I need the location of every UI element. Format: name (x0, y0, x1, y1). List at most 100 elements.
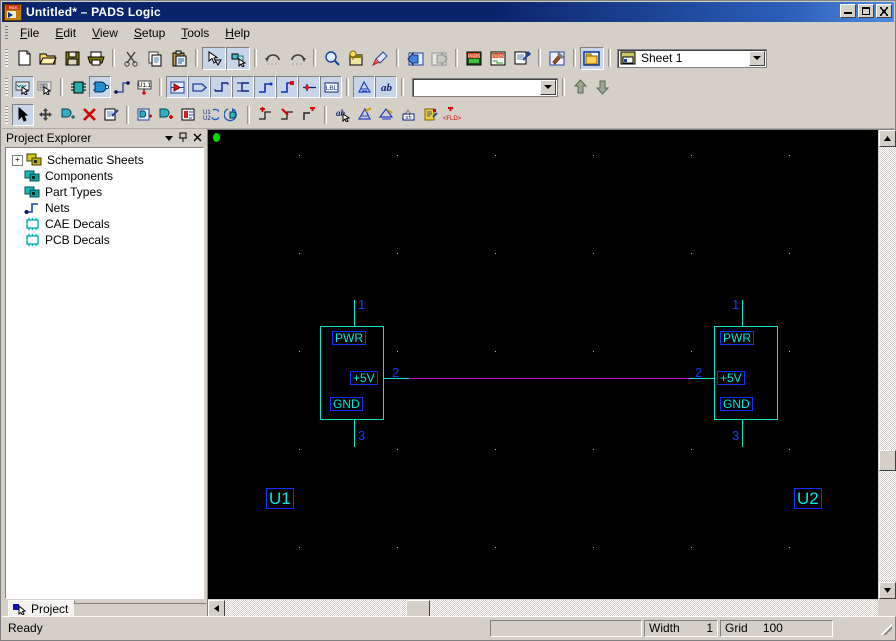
decal-red-icon[interactable] (166, 76, 188, 98)
add-part-green-icon[interactable] (155, 104, 177, 126)
tree-item-pcb-decals[interactable]: PCB Decals (6, 232, 203, 248)
paint-brush-icon[interactable] (368, 47, 392, 70)
menu-tools[interactable]: Tools (173, 24, 217, 42)
tree-item-nets[interactable]: Nets (6, 200, 203, 216)
resize-grip[interactable] (877, 620, 893, 636)
attribute-combo[interactable] (412, 77, 558, 97)
pads-layout-icon[interactable]: PADS (462, 47, 486, 70)
copy-gate-icon[interactable] (56, 104, 78, 126)
tree-item-part-types[interactable]: Part Types (6, 184, 203, 200)
ab-text-icon[interactable]: ab (375, 76, 397, 98)
refdes-u2[interactable]: U2 (794, 488, 822, 509)
magnifier-icon[interactable] (320, 47, 344, 70)
tree-item-schematic-sheets[interactable]: + Schematic Sheets (6, 152, 203, 168)
select-net-icon[interactable] (12, 76, 34, 98)
query-window-icon[interactable] (344, 47, 368, 70)
floppy-disk-icon[interactable] (60, 47, 84, 70)
ab-box-icon[interactable]: ab (397, 104, 419, 126)
printer-icon[interactable] (84, 47, 108, 70)
expander-plus-icon[interactable]: + (12, 154, 23, 166)
close-panel-icon[interactable] (190, 131, 204, 145)
design-toolbar-grip[interactable] (5, 78, 8, 96)
scroll-up-button[interactable] (879, 130, 896, 147)
terminal-shape-icon[interactable] (188, 76, 210, 98)
hammer-icon[interactable] (545, 47, 569, 70)
blue-left-arrow-icon[interactable] (403, 47, 427, 70)
scroll-left-button[interactable] (208, 600, 225, 617)
pads-router-icon[interactable]: PADS (486, 47, 510, 70)
edit-toolbar-grip[interactable] (5, 105, 8, 124)
closed-shape-icon[interactable] (232, 76, 254, 98)
lbl-icon[interactable]: LBL (320, 76, 342, 98)
u1-u2-swap-icon[interactable]: U1 U2 (199, 104, 221, 126)
red-cross-pin-icon[interactable] (298, 76, 320, 98)
panel-dropdown-icon[interactable] (162, 131, 176, 145)
menu-view[interactable]: View (84, 24, 126, 42)
select-parts-icon[interactable] (34, 76, 56, 98)
attribute-combo-chevron-down-icon[interactable] (540, 79, 556, 95)
menu-help[interactable]: Help (217, 24, 258, 42)
document-stamp-icon[interactable] (510, 47, 534, 70)
red-corner-icon[interactable] (276, 76, 298, 98)
status-width-cell[interactable]: Width 1 (644, 619, 718, 637)
scissors-icon[interactable] (119, 47, 143, 70)
sheet-combo-chevron-down-icon[interactable] (749, 50, 765, 66)
step-line-icon[interactable] (210, 76, 232, 98)
net-corner-icon[interactable] (111, 76, 133, 98)
ab-pointer-icon[interactable]: ab (331, 104, 353, 126)
explorer-window-icon[interactable] (580, 46, 604, 70)
tab-project[interactable]: Project (8, 600, 76, 617)
add-net-red-icon[interactable] (254, 104, 276, 126)
clipboard-icon[interactable] (167, 47, 191, 70)
arrow-filter-icon[interactable] (202, 46, 226, 70)
path-curve-icon[interactable] (254, 76, 276, 98)
copy-pages-icon[interactable] (143, 47, 167, 70)
undo-arrow-icon[interactable] (261, 47, 285, 70)
u11-pin-icon[interactable]: U1.1 (133, 76, 155, 98)
scroll-down-button[interactable] (879, 582, 896, 599)
new-document-icon[interactable] (12, 47, 36, 70)
vertical-scroll-track[interactable] (879, 147, 896, 582)
maximize-button[interactable] (858, 4, 874, 18)
green-chip-icon[interactable] (67, 76, 89, 98)
swap-gate-icon[interactable] (177, 104, 199, 126)
net-select-icon[interactable] (226, 46, 250, 70)
sheet-selector-combo[interactable]: Sheet 1 (617, 48, 767, 68)
net-u1-2-to-u2-2[interactable] (409, 378, 704, 379)
rotate-gate-icon[interactable] (221, 104, 243, 126)
hatch-icon[interactable] (353, 76, 375, 98)
properties-stamp-icon[interactable] (100, 104, 122, 126)
add-bus-red-icon[interactable] (298, 104, 320, 126)
menu-setup[interactable]: Setup (126, 24, 173, 42)
pointer-arrow-icon[interactable] (12, 103, 34, 126)
minimize-button[interactable] (840, 4, 856, 18)
edit-attr-icon[interactable] (353, 104, 375, 126)
refdes-u1[interactable]: U1 (266, 488, 294, 509)
horizontal-scroll-track[interactable] (225, 600, 878, 617)
project-tree-container[interactable]: + Schematic Sheets Components Part Types… (5, 147, 204, 599)
menu-grip[interactable] (5, 25, 8, 40)
attr-visibility-icon[interactable] (375, 104, 397, 126)
menu-file[interactable]: File (12, 24, 47, 42)
green-down-arrow-icon[interactable] (591, 76, 613, 98)
add-gate-icon[interactable] (133, 104, 155, 126)
status-grid-cell[interactable]: Grid 100 (720, 619, 833, 637)
menu-edit[interactable]: Edit (47, 24, 84, 42)
green-up-arrow-icon[interactable] (569, 76, 591, 98)
red-x-delete-icon[interactable] (78, 104, 100, 126)
standard-toolbar-grip[interactable] (5, 49, 8, 67)
auto-hide-pin-icon[interactable] (176, 131, 190, 145)
open-folder-icon[interactable] (36, 47, 60, 70)
delete-net-icon[interactable] (276, 104, 298, 126)
plus-fld-icon[interactable]: <FLD> (441, 104, 463, 126)
schematic-canvas[interactable]: U1 1 PWR 2 +5V 3 GND U2 1 PWR 2 +5V 3 GN… (208, 130, 878, 599)
tree-item-components[interactable]: Components (6, 168, 203, 184)
gray-right-arrow-icon[interactable] (427, 47, 451, 70)
horizontal-scroll-thumb[interactable] (406, 600, 430, 617)
redo-arrow-icon[interactable] (285, 47, 309, 70)
gate-connect-icon[interactable] (89, 76, 111, 98)
four-way-move-icon[interactable] (34, 104, 56, 126)
vertical-scrollbar[interactable] (879, 130, 896, 599)
tree-item-cae-decals[interactable]: CAE Decals (6, 216, 203, 232)
close-button[interactable] (876, 4, 892, 18)
